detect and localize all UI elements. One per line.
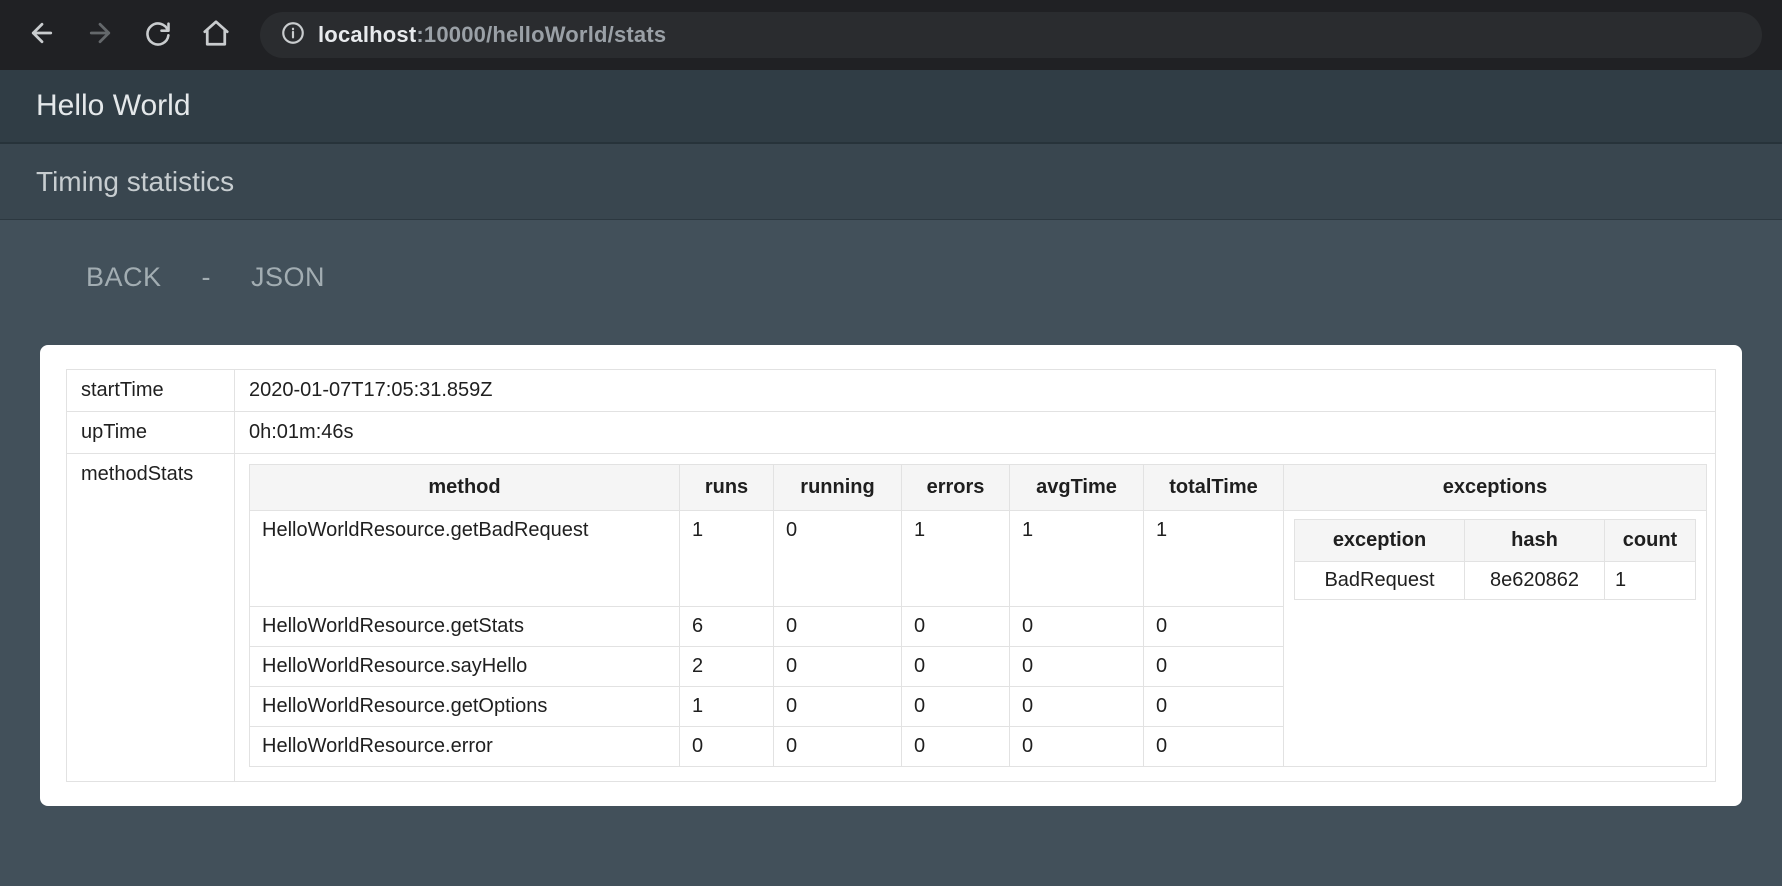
method-table-header-row: method runs running errors avgTime total… (250, 465, 1707, 511)
table-row: HelloWorldResource.getStats 6 0 0 0 0 (250, 606, 1707, 646)
page-nav: BACK - JSON (0, 220, 1782, 293)
exception-name: BadRequest (1295, 562, 1465, 600)
back-link[interactable]: BACK (86, 262, 162, 293)
running-value: 0 (774, 726, 902, 766)
totaltime-value: 0 (1144, 726, 1284, 766)
stat-value-starttime: 2020-01-07T17:05:31.859Z (235, 370, 1716, 412)
column-header-runs: runs (680, 465, 774, 511)
exceptions-table: exception hash count BadRequest (1294, 519, 1696, 600)
table-row: startTime 2020-01-07T17:05:31.859Z (67, 370, 1716, 412)
forward-arrow-icon (85, 18, 115, 53)
column-header-running: running (774, 465, 902, 511)
column-header-method: method (250, 465, 680, 511)
exceptions-cell (1284, 686, 1707, 726)
runs-value: 0 (680, 726, 774, 766)
avgtime-value: 1 (1010, 511, 1144, 607)
page-title: Hello World (36, 89, 191, 123)
avgtime-value: 0 (1010, 726, 1144, 766)
avgtime-value: 0 (1010, 646, 1144, 686)
section-title: Timing statistics (36, 166, 234, 198)
home-button[interactable] (194, 13, 238, 57)
exception-hash: 8e620862 (1465, 562, 1605, 600)
running-value: 0 (774, 511, 902, 607)
avgtime-value: 0 (1010, 686, 1144, 726)
address-bar[interactable]: localhost:10000/helloWorld/stats (260, 12, 1762, 58)
totaltime-value: 0 (1144, 606, 1284, 646)
running-value: 0 (774, 646, 902, 686)
column-header-exception: exception (1295, 520, 1465, 562)
method-name: HelloWorldResource.getStats (250, 606, 680, 646)
exceptions-cell: exception hash count BadRequest (1284, 511, 1707, 607)
stat-key-starttime: startTime (67, 370, 235, 412)
app-header: Hello World (0, 70, 1782, 144)
home-icon (201, 18, 231, 53)
avgtime-value: 0 (1010, 606, 1144, 646)
table-row: methodStats method runs running (67, 454, 1716, 782)
url-path: :10000/helloWorld/stats (416, 22, 666, 47)
stat-value-uptime: 0h:01m:46s (235, 412, 1716, 454)
exceptions-cell (1284, 646, 1707, 686)
column-header-exceptions: exceptions (1284, 465, 1707, 511)
errors-value: 0 (902, 646, 1010, 686)
errors-value: 0 (902, 606, 1010, 646)
exception-count: 1 (1605, 562, 1696, 600)
table-row: upTime 0h:01m:46s (67, 412, 1716, 454)
table-row: HelloWorldResource.getBadRequest 1 0 1 1… (250, 511, 1707, 607)
section-header: Timing statistics (0, 144, 1782, 220)
stat-key-methodstats: methodStats (67, 454, 235, 782)
stats-card: startTime 2020-01-07T17:05:31.859Z upTim… (40, 345, 1742, 806)
forward-button[interactable] (78, 13, 122, 57)
column-header-avgtime: avgTime (1010, 465, 1144, 511)
errors-value: 0 (902, 686, 1010, 726)
site-info-icon[interactable] (280, 20, 306, 51)
json-link[interactable]: JSON (251, 262, 325, 293)
errors-value: 0 (902, 726, 1010, 766)
column-header-errors: errors (902, 465, 1010, 511)
totaltime-value: 0 (1144, 646, 1284, 686)
table-row: HelloWorldResource.error 0 0 0 0 0 (250, 726, 1707, 766)
table-row: BadRequest 8e620862 1 (1295, 562, 1696, 600)
method-stats-table: method runs running errors avgTime total… (249, 464, 1707, 767)
browser-toolbar: localhost:10000/helloWorld/stats (0, 0, 1782, 70)
url-host: localhost (318, 22, 416, 47)
reload-icon (144, 19, 172, 52)
methodstats-cell: method runs running errors avgTime total… (235, 454, 1716, 782)
method-name: HelloWorldResource.error (250, 726, 680, 766)
running-value: 0 (774, 606, 902, 646)
table-row: HelloWorldResource.sayHello 2 0 0 0 0 (250, 646, 1707, 686)
method-name: HelloWorldResource.getBadRequest (250, 511, 680, 607)
method-name: HelloWorldResource.sayHello (250, 646, 680, 686)
column-header-hash: hash (1465, 520, 1605, 562)
exceptions-cell (1284, 726, 1707, 766)
reload-button[interactable] (136, 13, 180, 57)
exceptions-header-row: exception hash count (1295, 520, 1696, 562)
column-header-count: count (1605, 520, 1696, 562)
nav-separator: - (202, 262, 212, 293)
method-name: HelloWorldResource.getOptions (250, 686, 680, 726)
exceptions-cell (1284, 606, 1707, 646)
column-header-totaltime: totalTime (1144, 465, 1284, 511)
runs-value: 1 (680, 686, 774, 726)
url-text[interactable]: localhost:10000/helloWorld/stats (318, 22, 666, 48)
runs-value: 1 (680, 511, 774, 607)
runs-value: 2 (680, 646, 774, 686)
runs-value: 6 (680, 606, 774, 646)
totaltime-value: 1 (1144, 511, 1284, 607)
totaltime-value: 0 (1144, 686, 1284, 726)
stats-table: startTime 2020-01-07T17:05:31.859Z upTim… (66, 369, 1716, 782)
running-value: 0 (774, 686, 902, 726)
errors-value: 1 (902, 511, 1010, 607)
stat-key-uptime: upTime (67, 412, 235, 454)
back-arrow-icon (27, 18, 57, 53)
table-row: HelloWorldResource.getOptions 1 0 0 0 0 (250, 686, 1707, 726)
back-button[interactable] (20, 13, 64, 57)
